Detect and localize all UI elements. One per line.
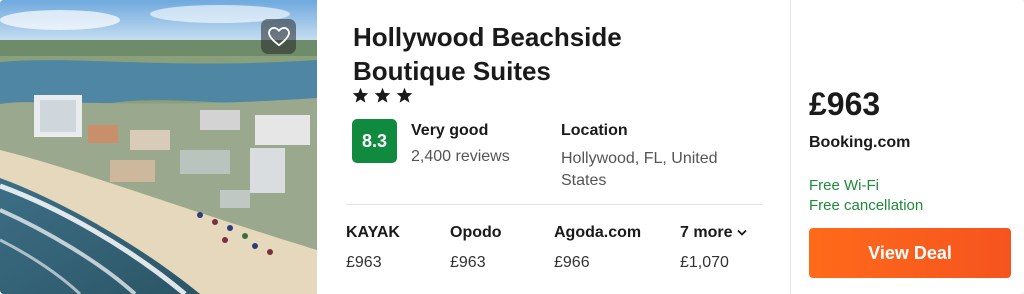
amenity-free-wifi: Free Wi-Fi — [809, 177, 879, 194]
heart-outline-icon — [267, 26, 290, 47]
star-rating — [352, 87, 413, 103]
provider-agoda[interactable]: Agoda.com £966 — [554, 222, 641, 274]
location-label: Location — [561, 122, 628, 139]
provider-name: Agoda.com — [554, 224, 642, 241]
provider-price: £963 — [450, 254, 486, 271]
deal-site: Booking.com — [809, 134, 911, 151]
hotel-result-card: Hollywood Beachside Boutique Suites 8.3 … — [0, 0, 1024, 294]
divider — [346, 204, 762, 205]
column-divider — [790, 0, 791, 294]
provider-kayak[interactable]: KAYAK £963 — [346, 222, 400, 274]
star-icon — [374, 87, 391, 103]
chevron-down-icon — [737, 224, 747, 241]
provider-opodo[interactable]: Opodo £963 — [450, 222, 502, 274]
provider-price: £966 — [554, 254, 590, 271]
review-count: 2,400 reviews — [411, 148, 510, 165]
star-icon — [396, 87, 413, 103]
amenity-free-cancellation: Free cancellation — [809, 197, 924, 214]
view-deal-button[interactable]: View Deal — [809, 228, 1011, 278]
more-providers-price: £1,070 — [680, 254, 729, 271]
star-icon — [352, 87, 369, 103]
provider-price: £963 — [346, 254, 382, 271]
location-value: Hollywood, FL, United States — [561, 150, 718, 189]
provider-name: Opodo — [450, 224, 502, 241]
rating-label: Very good — [411, 122, 489, 139]
more-providers-button[interactable]: 7 more £1,070 — [680, 222, 747, 274]
provider-name: KAYAK — [346, 224, 400, 241]
hotel-name[interactable]: Hollywood Beachside Boutique Suites — [353, 20, 683, 88]
more-providers-label: 7 more — [680, 224, 733, 241]
favorite-button[interactable] — [261, 19, 296, 54]
deal-price: £963 — [809, 86, 881, 122]
review-score-badge: 8.3 — [352, 119, 397, 163]
hotel-photo[interactable] — [0, 0, 317, 294]
